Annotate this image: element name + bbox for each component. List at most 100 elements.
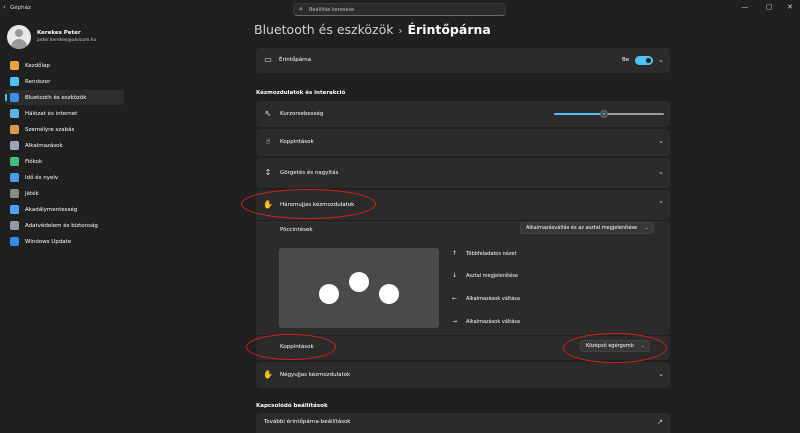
arrow-icon: ↓ [452, 272, 458, 279]
finger-dot [319, 284, 339, 304]
sidebar-item-label: Rendszer [25, 78, 51, 85]
chevron-down-icon[interactable]: ⌄ [658, 370, 664, 378]
sidebar-item-label: Idő és nyelv [25, 174, 59, 181]
touchpad-label: Érintőpárna [279, 57, 312, 63]
title-bar: ‹ Gépház ⌕ — ▢ ✕ [0, 0, 800, 20]
gesture-label: Többfeladatos nézet [466, 251, 517, 257]
apps-icon [10, 141, 19, 150]
breadcrumb-separator: › [398, 26, 403, 37]
gesture-label: Alkalmazások váltása [466, 319, 520, 325]
sidebar-item[interactable]: Rendszer [5, 74, 124, 89]
profile-email: peter.kerekes@alvicom.hu [37, 38, 97, 43]
sidebar-item[interactable]: Adatvédelem és biztonság [5, 218, 124, 233]
search-icon: ⌕ [299, 5, 303, 13]
touchpad-card[interactable]: ▭ Érintőpárna Be ⌄ [256, 48, 670, 73]
more-settings-label: További érintőpárna-beállítások [264, 419, 351, 425]
brush-icon [10, 125, 19, 134]
arrow-icon: ← [452, 295, 458, 302]
sidebar-item[interactable]: Fiókok [5, 154, 124, 169]
sidebar-item-label: Akadálymentesség [25, 206, 78, 213]
scroll-zoom-row[interactable]: ↕ Görgetés és nagyítás ⌄ [256, 158, 670, 188]
arrow-icon: ↑ [452, 250, 458, 257]
monitor-icon [10, 77, 19, 86]
shield-icon [10, 221, 19, 230]
gesture-label: Alkalmazások váltása [466, 296, 520, 302]
sidebar-item-label: Windows Update [25, 238, 72, 245]
sidebar-item[interactable]: Kezdőlap [5, 58, 124, 73]
sidebar-item-label: Játék [25, 190, 39, 197]
back-arrow-icon[interactable]: ‹ [3, 3, 6, 11]
scroll-zoom-label: Görgetés és nagyítás [280, 170, 339, 176]
chevron-down-icon[interactable]: ⌄ [658, 56, 664, 64]
breadcrumb-parent[interactable]: Bluetooth és eszközök [254, 22, 393, 37]
annotation-ellipse [241, 189, 376, 219]
cursor-speed-slider[interactable] [554, 110, 664, 118]
close-button[interactable]: ✕ [778, 1, 800, 15]
swipes-label: Pöccintések [280, 227, 313, 233]
avatar [7, 25, 31, 49]
minimize-button[interactable]: — [733, 1, 757, 15]
taps-row[interactable]: ☝ Koppintások ⌄ [256, 129, 670, 156]
four-finger-gestures-row[interactable]: ✋ Négyujjas kézmozdulatok ⌄ [256, 362, 670, 388]
external-link-icon: ↗ [657, 418, 663, 426]
annotation-ellipse [246, 334, 336, 360]
tap-icon: ☝ [265, 137, 271, 146]
gesture-item: ↑ Többfeladatos nézet [452, 250, 516, 257]
sidebar-item-label: Adatvédelem és biztonság [25, 222, 98, 229]
person-icon [10, 157, 19, 166]
home-icon [10, 61, 19, 70]
sidebar-item[interactable]: Akadálymentesség [5, 202, 124, 217]
section-heading-gestures: Kézmozdulatok és interakció [256, 90, 346, 96]
gamepad-icon [10, 189, 19, 198]
slider-fill [554, 113, 604, 115]
more-touchpad-settings-row[interactable]: További érintőpárna-beállítások ↗ [256, 413, 670, 433]
divider [256, 220, 670, 221]
bluetooth-icon [10, 93, 19, 102]
touchpad-icon: ▭ [264, 55, 272, 64]
chevron-down-icon[interactable]: ⌄ [658, 137, 664, 145]
sidebar-item[interactable]: Személyre szabás [5, 122, 124, 137]
gesture-label: Asztal megjelenítése [466, 273, 518, 279]
accessibility-icon [10, 205, 19, 214]
sidebar-item-label: Hálózat és internet [25, 110, 78, 117]
finger-dot [349, 272, 369, 292]
swipes-dropdown[interactable]: Alkalmazásváltás és az asztal megjelenít… [520, 222, 654, 234]
chevron-up-icon[interactable]: ⌃ [658, 200, 664, 208]
search-input[interactable] [309, 5, 489, 14]
sidebar-item-label: Személyre szabás [25, 126, 75, 133]
sidebar-nav: Kezdőlap Rendszer Bluetooth és eszközök Hál… [5, 58, 124, 250]
sidebar-item[interactable]: Windows Update [5, 234, 124, 249]
breadcrumb: Bluetooth és eszközök › Érintőpárna [254, 22, 491, 37]
gesture-item: → Alkalmazások váltása [452, 318, 520, 325]
toggle-state-label: Be [622, 57, 630, 63]
user-profile[interactable]: Kerekes Peter peter.kerekes@alvicom.hu [5, 24, 135, 50]
app-title: Gépház [10, 5, 31, 11]
chevron-down-icon: ⌄ [644, 225, 649, 231]
sidebar-item[interactable]: Játék [5, 186, 124, 201]
sidebar-item-label: Kezdőlap [25, 62, 50, 69]
sidebar-item[interactable]: Alkalmazások [5, 138, 124, 153]
sidebar-item[interactable]: Idő és nyelv [5, 170, 124, 185]
sidebar-item[interactable]: Hálózat és internet [5, 106, 124, 121]
taps-label: Koppintások [280, 139, 314, 145]
search-box[interactable]: ⌕ [293, 3, 506, 16]
wifi-icon [10, 109, 19, 118]
annotation-ellipse [563, 333, 667, 363]
gesture-item: ← Alkalmazások váltása [452, 295, 520, 302]
sidebar-item-label: Fiókok [25, 158, 43, 165]
four-finger-label: Négyujjas kézmozdulatok [280, 372, 351, 378]
gesture-preview [279, 248, 439, 328]
slider-thumb[interactable] [599, 110, 608, 118]
update-icon [10, 237, 19, 246]
swipes-dropdown-value: Alkalmazásváltás és az asztal megjelenít… [526, 225, 638, 231]
sidebar-item-label: Alkalmazások [25, 142, 63, 149]
scroll-icon: ↕ [264, 168, 272, 177]
section-heading-related: Kapcsolódó beállítások [256, 403, 328, 409]
finger-dot [379, 284, 399, 304]
sidebar-item-label: Bluetooth és eszközök [25, 94, 87, 101]
chevron-down-icon[interactable]: ⌄ [658, 168, 664, 176]
cursor-icon: ⇖ [264, 109, 272, 118]
touchpad-toggle[interactable] [635, 56, 653, 65]
sidebar-item[interactable]: Bluetooth és eszközök [5, 90, 124, 105]
profile-name: Kerekes Peter [37, 30, 81, 36]
